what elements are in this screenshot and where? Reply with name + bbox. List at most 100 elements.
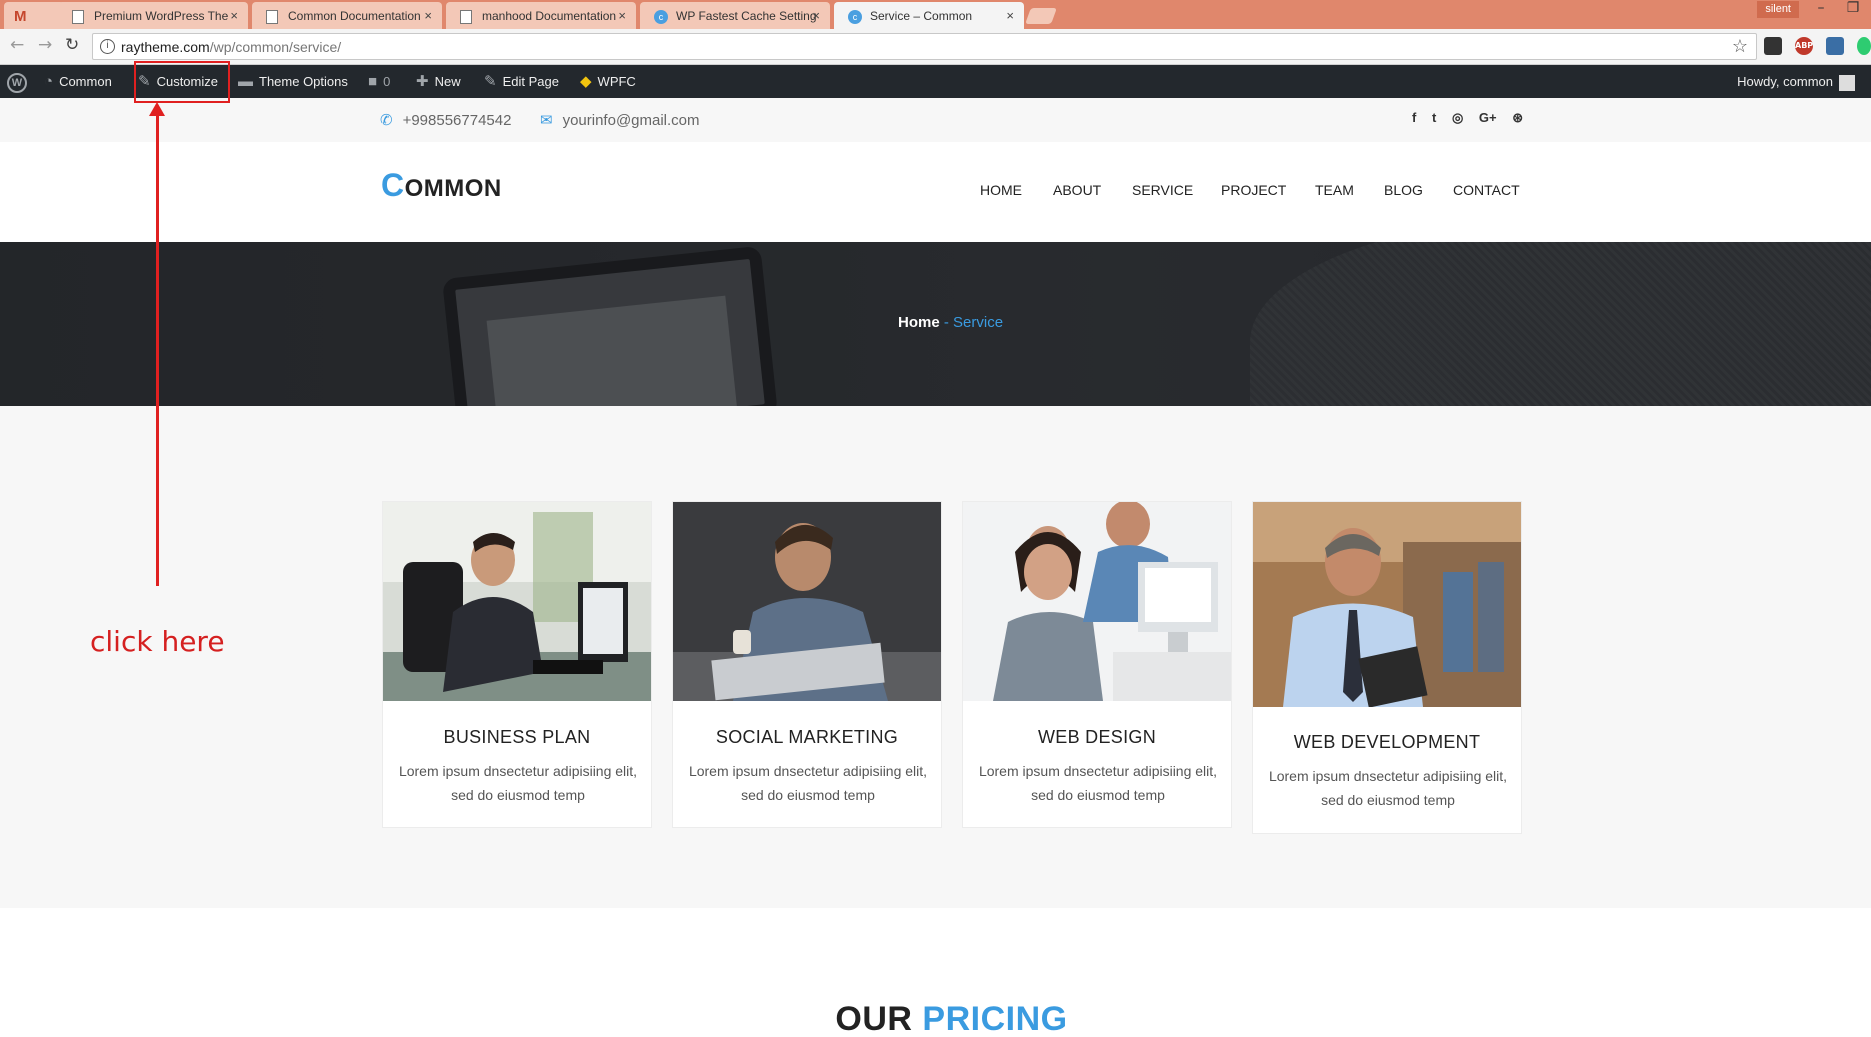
restore-icon[interactable]: ❐ <box>1841 0 1865 16</box>
menu-item-home[interactable]: HOME <box>980 182 1022 198</box>
profile-badge[interactable]: silent <box>1757 1 1799 18</box>
contact-email[interactable]: ✉ yourinfo@gmail.com <box>540 111 700 129</box>
document-icon <box>460 10 472 24</box>
menu-item-project[interactable]: PROJECT <box>1221 182 1286 198</box>
admin-wpfc-link[interactable]: ◆ WPFC <box>580 65 636 98</box>
facebook-icon[interactable]: f <box>1412 110 1416 125</box>
pricing-heading: OUR PRICING <box>835 1000 1068 1037</box>
pricing-section: OUR PRICING <box>0 908 1871 1037</box>
menu-item-about[interactable]: ABOUT <box>1053 182 1101 198</box>
forward-icon[interactable]: → <box>38 35 52 55</box>
browser-tab-strip: M Premium WordPress The × Common Documen… <box>0 0 1871 29</box>
admin-comments-link[interactable]: ■ 0 <box>368 65 390 98</box>
tab-close-icon[interactable]: × <box>618 8 626 23</box>
tab-title: manhood Documentation <box>482 9 617 23</box>
phone-icon: ✆ <box>380 112 393 129</box>
admin-edit-page-link[interactable]: ✎ Edit Page <box>484 65 559 98</box>
tab-title: Premium WordPress The <box>94 9 229 23</box>
reload-icon[interactable]: ↻ <box>65 35 79 55</box>
site-header: COMMON HOME ABOUT SERVICE PROJECT TEAM B… <box>0 142 1871 242</box>
tab-common-documentation[interactable]: Common Documentation × <box>252 2 442 29</box>
service-description: Lorem ipsum dnsectetur adipisiing elit, … <box>1268 768 1508 808</box>
service-card-web-design[interactable]: WEB DESIGN Lorem ipsum dnsectetur adipis… <box>962 501 1232 828</box>
service-image-business-plan <box>383 502 651 701</box>
tab-title: Common Documentation <box>288 9 421 23</box>
document-icon <box>72 10 84 24</box>
service-description: Lorem ipsum dnsectetur adipisiing elit, … <box>978 763 1218 803</box>
contact-phone: ✆ +998556774542 <box>380 112 512 129</box>
breadcrumb-home[interactable]: Home <box>898 314 940 331</box>
tab-gmail[interactable]: M <box>4 2 64 29</box>
url-path: /wp/common/service/ <box>209 39 342 55</box>
menu-item-blog[interactable]: BLOG <box>1384 182 1423 198</box>
site-logo[interactable]: COMMON <box>381 167 502 204</box>
tab-close-icon[interactable]: × <box>424 8 432 23</box>
service-description: Lorem ipsum dnsectetur adipisiing elit, … <box>398 763 638 803</box>
address-bar[interactable]: i raytheme.com/wp/common/service/ ☆ <box>92 33 1757 60</box>
adblock-icon[interactable]: ABP <box>1795 37 1813 55</box>
page-hero-banner: Home - Service <box>0 242 1871 406</box>
service-title: WEB DEVELOPMENT <box>1293 732 1481 752</box>
menu-item-service[interactable]: SERVICE <box>1132 182 1193 198</box>
new-tab-button[interactable] <box>1025 8 1057 24</box>
service-image-web-design <box>963 502 1231 701</box>
minimize-icon[interactable]: – <box>1809 0 1833 16</box>
social-links: f t ◎ G+ ⊛ <box>1412 110 1535 126</box>
back-icon[interactable]: ← <box>10 35 24 55</box>
url-host: raytheme.com <box>121 39 210 55</box>
site-icon: c <box>654 10 668 24</box>
service-card-business-plan[interactable]: BUSINESS PLAN Lorem ipsum dnsectetur adi… <box>382 501 652 828</box>
dashboard-icon: ◔ <box>44 73 54 90</box>
twitter-icon[interactable]: t <box>1432 110 1436 125</box>
tab-wp-fastest-cache[interactable]: c WP Fastest Cache Setting × <box>640 2 830 29</box>
tab-close-icon[interactable]: × <box>1006 8 1014 23</box>
tab-title: WP Fastest Cache Setting <box>676 9 817 23</box>
plus-icon: ✚ <box>416 73 429 90</box>
tab-close-icon[interactable]: × <box>812 8 820 23</box>
envelope-icon: ✉ <box>540 112 553 129</box>
cheetah-icon: ◆ <box>580 73 592 90</box>
service-title: SOCIAL MARKETING <box>715 727 899 747</box>
site-icon: c <box>848 10 862 24</box>
admin-account-menu[interactable]: Howdy, common <box>1737 65 1855 98</box>
menu-item-contact[interactable]: CONTACT <box>1453 182 1520 198</box>
menu-item-team[interactable]: TEAM <box>1315 182 1354 198</box>
comment-icon: ■ <box>368 73 378 90</box>
breadcrumb: Home - Service <box>898 314 1004 331</box>
admin-theme-options-link[interactable]: ▬ Theme Options <box>238 65 348 98</box>
browser-toolbar: ← → ↻ i raytheme.com/wp/common/service/ … <box>0 29 1871 65</box>
pencil-icon: ✎ <box>484 73 497 90</box>
tab-premium-wordpress[interactable]: Premium WordPress The × <box>58 2 248 29</box>
instagram-icon[interactable]: ◎ <box>1452 110 1463 125</box>
avatar <box>1839 74 1855 91</box>
wordpress-logo-icon[interactable]: W <box>7 65 27 98</box>
contact-topbar: ✆ +998556774542 ✉ yourinfo@gmail.com f t ◎… <box>0 98 1871 142</box>
tab-close-icon[interactable]: × <box>230 8 238 23</box>
dribbble-icon[interactable]: ⊛ <box>1512 110 1523 125</box>
tab-service-common[interactable]: c Service – Common × <box>834 2 1024 29</box>
service-image-social-marketing <box>673 502 941 701</box>
service-description: Lorem ipsum dnsectetur adipisiing elit, … <box>688 763 928 803</box>
breadcrumb-current: Service <box>953 314 1004 331</box>
wp-admin-bar: W ◔ Common ✎ Customize ▬ Theme Options ■ 0 ✚… <box>0 65 1871 98</box>
annotation-arrow-line <box>156 110 159 586</box>
service-title: WEB DESIGN <box>1037 727 1156 747</box>
folder-icon: ▬ <box>238 73 253 90</box>
info-icon[interactable]: i <box>100 39 115 54</box>
bookmark-star-icon[interactable]: ☆ <box>1732 36 1748 57</box>
admin-new-link[interactable]: ✚ New <box>416 65 461 98</box>
service-title: BUSINESS PLAN <box>443 727 591 747</box>
annotation-label: click here <box>90 625 225 658</box>
document-icon <box>266 10 278 24</box>
service-card-social-marketing[interactable]: SOCIAL MARKETING Lorem ipsum dnsectetur … <box>672 501 942 828</box>
admin-site-link[interactable]: ◔ Common <box>44 65 112 98</box>
service-image-web-development <box>1253 502 1521 707</box>
customize-highlight-box <box>134 61 230 103</box>
google-plus-icon[interactable]: G+ <box>1479 110 1497 125</box>
extension-icon[interactable] <box>1764 37 1782 55</box>
service-card-web-development[interactable]: WEB DEVELOPMENT Lorem ipsum dnsectetur a… <box>1252 501 1522 834</box>
gmail-icon: M <box>14 8 27 25</box>
tab-manhood-documentation[interactable]: manhood Documentation × <box>446 2 636 29</box>
extension-icon[interactable] <box>1826 37 1844 55</box>
extension-icon[interactable] <box>1857 37 1871 55</box>
